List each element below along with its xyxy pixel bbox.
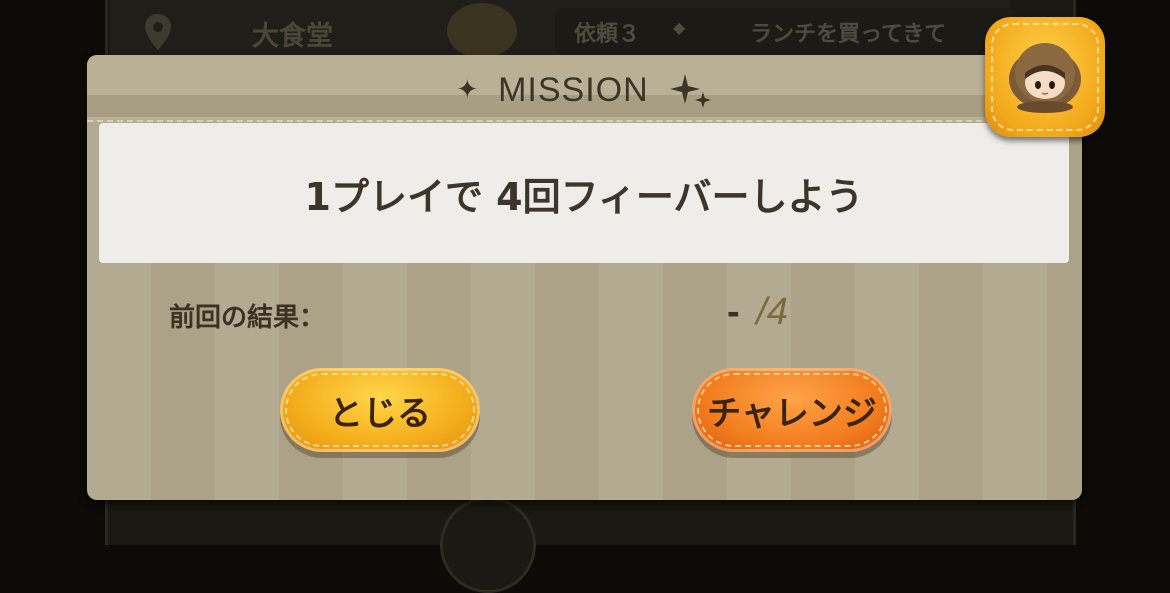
sparkle-right-icon — [669, 74, 711, 108]
background-round-button — [440, 497, 536, 593]
background-decoration — [447, 3, 517, 58]
previous-result-total: /4 — [756, 291, 788, 333]
header-title-row: ✦ MISSION — [87, 65, 1082, 115]
background-location-name: 大食堂 — [252, 21, 333, 52]
dialog-title: MISSION — [498, 70, 649, 109]
previous-result-value: - /4 — [727, 291, 788, 334]
sparkle-left-icon: ✦ — [456, 75, 479, 105]
background-request-dot: ◆ — [673, 18, 686, 37]
hooded-character-icon — [1009, 43, 1081, 113]
mission-description-box: 1プレイで 4回フィーバーしよう — [99, 123, 1069, 263]
dialog-header: ✦ MISSION — [87, 55, 1082, 122]
previous-result-current: - — [727, 291, 740, 333]
character-avatar — [985, 17, 1105, 137]
location-pin-icon — [145, 14, 171, 50]
background-request-text: ランチを買ってきて — [750, 22, 947, 47]
previous-result-label: 前回の結果： — [169, 303, 326, 333]
background-request-label: 依頼３ — [574, 22, 641, 47]
mission-text: 1プレイで 4回フィーバーしよう — [304, 174, 864, 219]
mission-dialog: ✦ MISSION 1プレイで 4回フィーバーしよう 前回の結果： - /4 と… — [87, 55, 1082, 500]
challenge-button[interactable]: チャレンジ — [692, 368, 892, 452]
close-button[interactable]: とじる — [280, 368, 480, 452]
